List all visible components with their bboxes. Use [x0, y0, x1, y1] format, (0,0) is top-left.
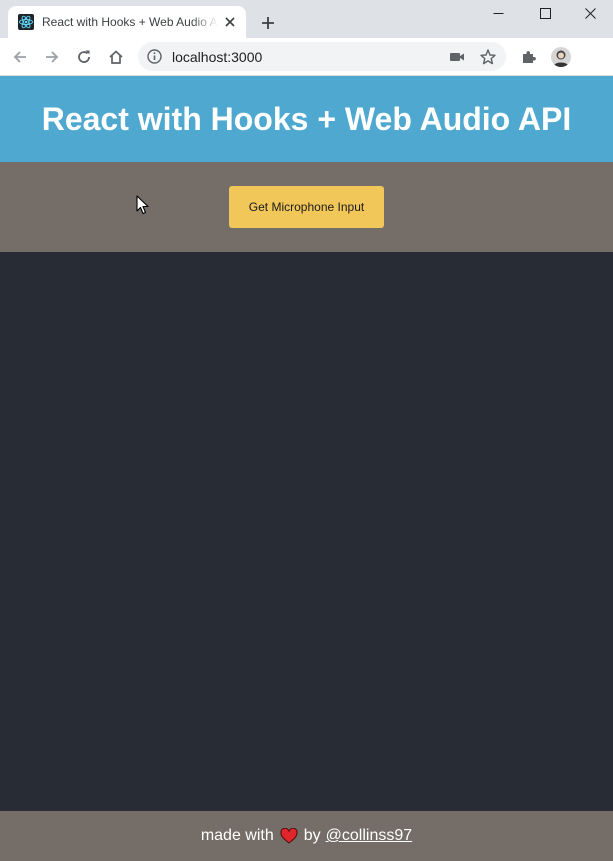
- arrow-left-icon: [13, 51, 26, 63]
- heart-icon: [280, 828, 298, 844]
- author-link[interactable]: @collinss97: [326, 827, 413, 845]
- tab-close-icon[interactable]: [222, 14, 238, 30]
- browser-tab[interactable]: React with Hooks + Web Audio API: [8, 6, 246, 38]
- maximize-icon: [539, 7, 551, 19]
- home-icon: [109, 50, 123, 64]
- arrow-right-icon: [46, 51, 59, 63]
- maximize-button[interactable]: [522, 0, 568, 26]
- url-text: localhost:3000: [172, 49, 263, 65]
- minimize-button[interactable]: [475, 0, 521, 26]
- extensions-button[interactable]: [518, 46, 540, 68]
- browser-tabbar: React with Hooks + Web Audio API: [0, 0, 613, 38]
- home-button[interactable]: [105, 46, 127, 68]
- address-bar[interactable]: localhost:3000: [138, 42, 506, 71]
- get-microphone-input-button[interactable]: Get Microphone Input: [229, 186, 384, 228]
- footer: made with by @collinss97: [0, 811, 613, 861]
- footer-made-with: made with: [200, 827, 274, 844]
- camera-icon[interactable]: [448, 48, 466, 66]
- visualizer-canvas: [0, 252, 613, 811]
- page-header: React with Hooks + Web Audio API: [0, 76, 613, 162]
- forward-button[interactable]: [41, 46, 63, 68]
- react-logo-icon: [18, 14, 34, 30]
- tab-title: React with Hooks + Web Audio API: [42, 15, 218, 29]
- mouse-cursor-icon: [136, 195, 150, 215]
- back-button[interactable]: [9, 46, 31, 68]
- new-tab-button[interactable]: [256, 11, 280, 35]
- controls-bar: Get Microphone Input: [0, 162, 613, 252]
- info-icon[interactable]: [146, 48, 163, 65]
- reload-icon: [78, 50, 90, 63]
- close-window-button[interactable]: [567, 0, 613, 26]
- minimize-icon: [493, 12, 503, 14]
- footer-by: by: [303, 827, 321, 844]
- puzzle-icon: [523, 51, 536, 63]
- profile-avatar[interactable]: [551, 47, 571, 67]
- page-title: React with Hooks + Web Audio API: [41, 100, 572, 137]
- bookmark-star-icon[interactable]: [479, 48, 497, 66]
- browser-toolbar: localhost:3000: [0, 38, 613, 76]
- reload-button[interactable]: [73, 46, 95, 68]
- close-icon: [584, 7, 596, 19]
- plus-icon: [262, 17, 274, 29]
